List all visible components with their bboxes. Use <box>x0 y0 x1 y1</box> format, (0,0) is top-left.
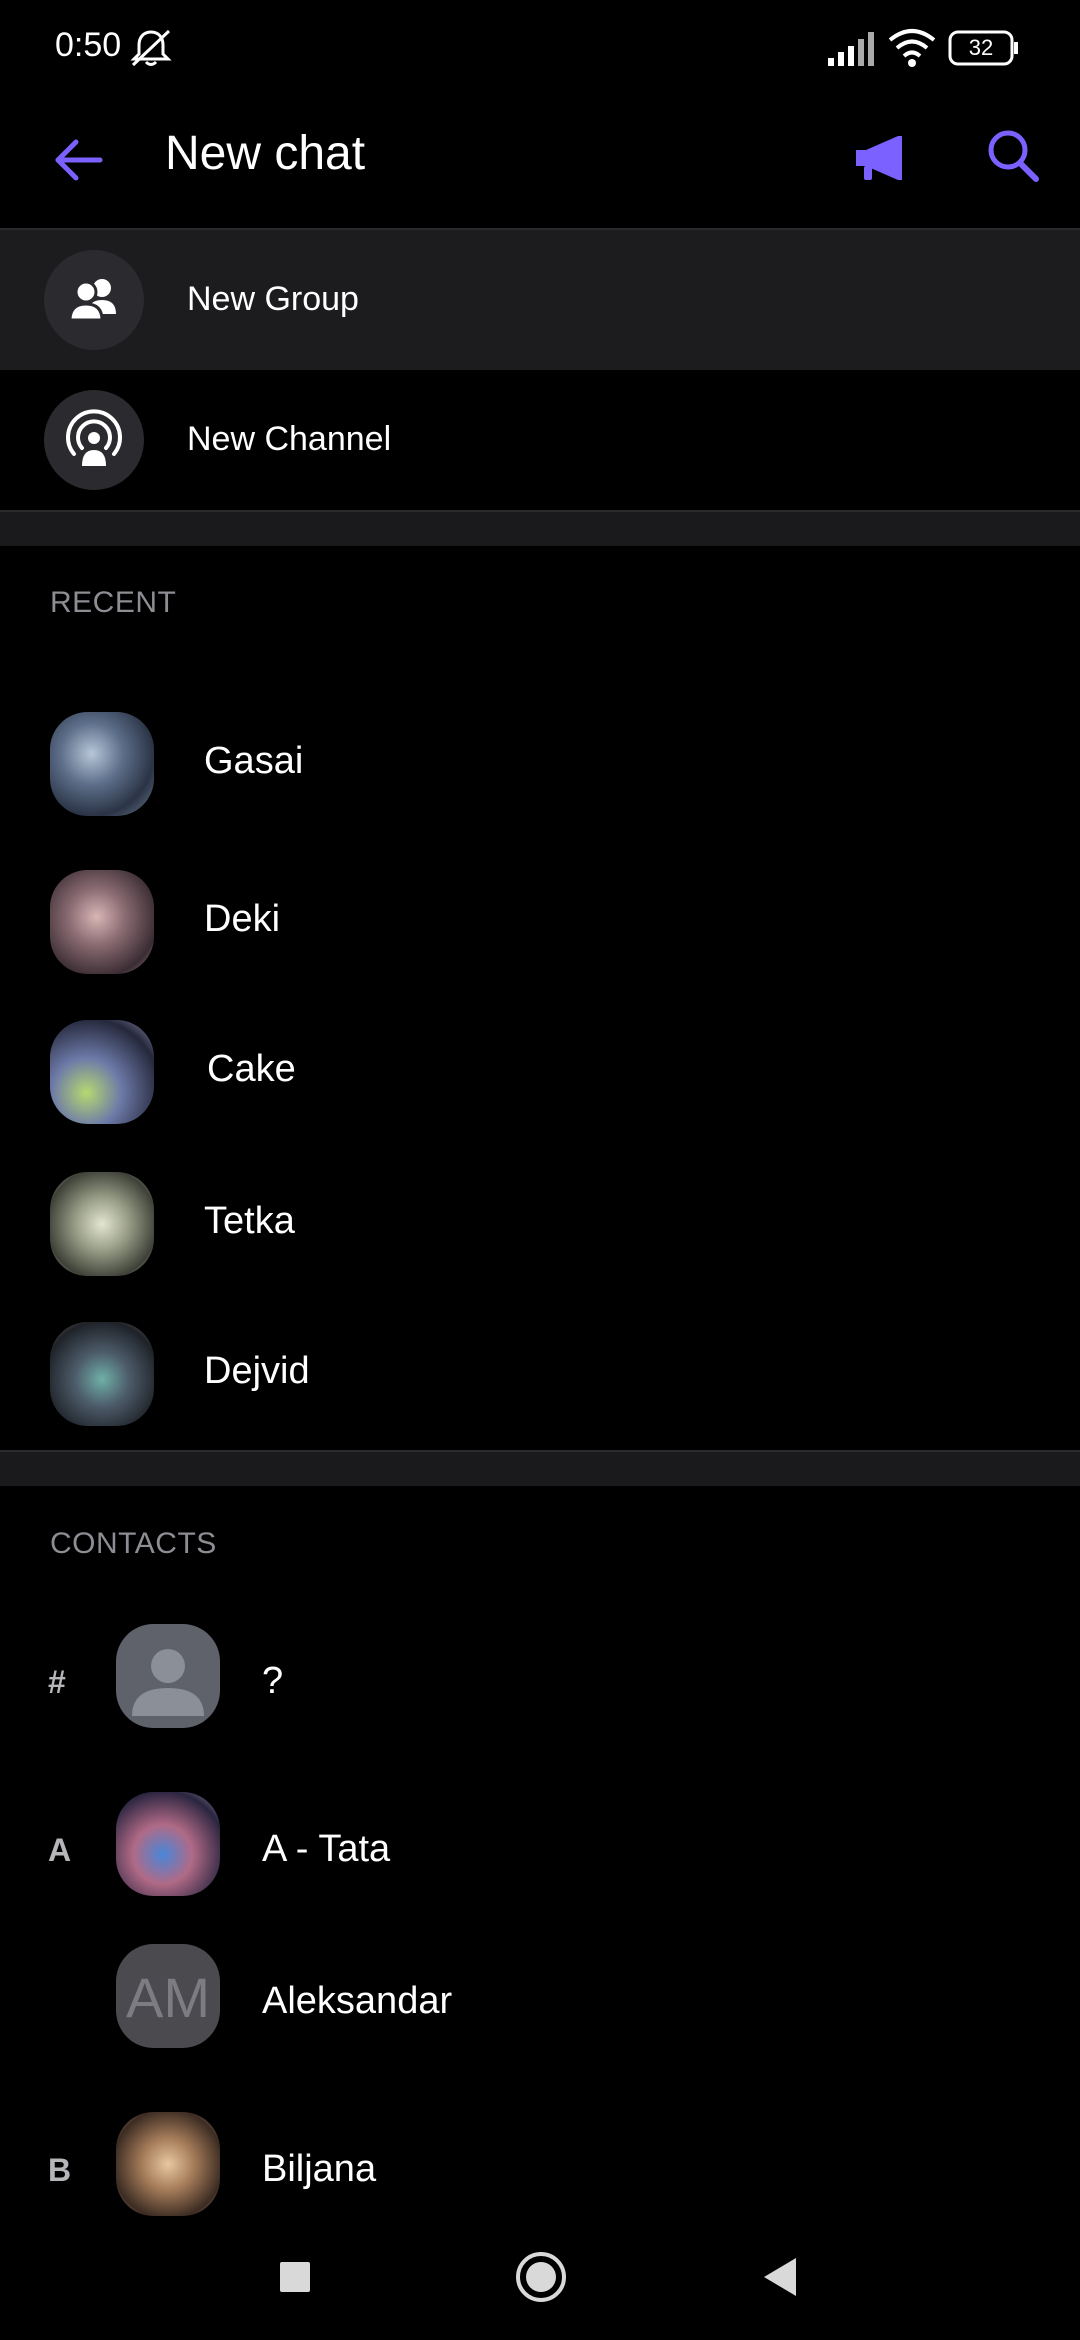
recent-item[interactable]: Deki <box>0 830 1080 980</box>
back-arrow-icon[interactable] <box>50 132 106 193</box>
index-letter: A <box>48 1832 72 1868</box>
contact-name: Dejvid <box>204 1350 310 1392</box>
megaphone-icon[interactable] <box>852 128 912 193</box>
status-time: 0:50 <box>55 26 122 64</box>
recents-square-icon[interactable] <box>278 2260 312 2299</box>
group-icon <box>44 250 144 350</box>
avatar-placeholder <box>116 1624 220 1728</box>
avatar <box>116 1792 220 1896</box>
battery-icon: 32 <box>948 30 1020 66</box>
recent-item[interactable]: Dejvid <box>0 1282 1080 1432</box>
avatar <box>50 870 154 974</box>
new-group-button[interactable]: New Group <box>0 230 1080 370</box>
avatar <box>116 2112 220 2216</box>
home-circle-icon[interactable] <box>514 2250 568 2309</box>
section-separator <box>0 1450 1080 1486</box>
page-title: New chat <box>165 127 366 180</box>
signal-icon <box>826 30 876 71</box>
index-letter: B <box>48 2152 72 2188</box>
contacts-section-header: CONTACTS <box>50 1527 217 1560</box>
recent-item[interactable]: Gasai <box>0 672 1080 822</box>
index-letter: # <box>48 1664 66 1700</box>
avatar <box>50 712 154 816</box>
section-separator <box>0 510 1080 546</box>
new-channel-button[interactable]: New Channel <box>0 370 1080 510</box>
recent-item[interactable]: Tetka <box>0 1132 1080 1282</box>
contact-name: Biljana <box>262 2148 377 2190</box>
avatar <box>50 1172 154 1276</box>
avatar <box>50 1020 154 1124</box>
back-triangle-icon[interactable] <box>762 2256 800 2303</box>
recent-section-header: RECENT <box>50 586 177 619</box>
mute-icon <box>128 28 174 73</box>
new-group-label: New Group <box>187 280 359 318</box>
contact-item[interactable]: # ? <box>0 1600 1080 1760</box>
contact-name: Cake <box>207 1048 296 1090</box>
channel-icon <box>44 390 144 490</box>
contact-name: Aleksandar <box>262 1980 453 2022</box>
battery-level: 32 <box>968 35 994 60</box>
app-header: New chat <box>0 96 1080 228</box>
new-channel-label: New Channel <box>187 420 392 458</box>
recent-item[interactable]: Cake <box>0 980 1080 1130</box>
contact-item[interactable]: AM Aleksandar <box>0 1920 1080 2080</box>
contact-name: Deki <box>204 898 281 940</box>
contact-item[interactable]: A A - Tata <box>0 1768 1080 1928</box>
search-icon[interactable] <box>984 126 1044 191</box>
avatar-initials-text: AM <box>126 1966 210 2029</box>
system-nav-bar <box>0 2220 1080 2340</box>
contact-name: A - Tata <box>262 1828 391 1870</box>
avatar <box>50 1322 154 1426</box>
wifi-icon <box>888 28 936 73</box>
status-bar: 0:50 32 <box>0 0 1080 96</box>
contact-name: Gasai <box>204 740 304 782</box>
contact-name: ? <box>262 1660 284 1702</box>
contact-name: Tetka <box>204 1200 295 1242</box>
avatar-initials: AM <box>116 1944 220 2048</box>
